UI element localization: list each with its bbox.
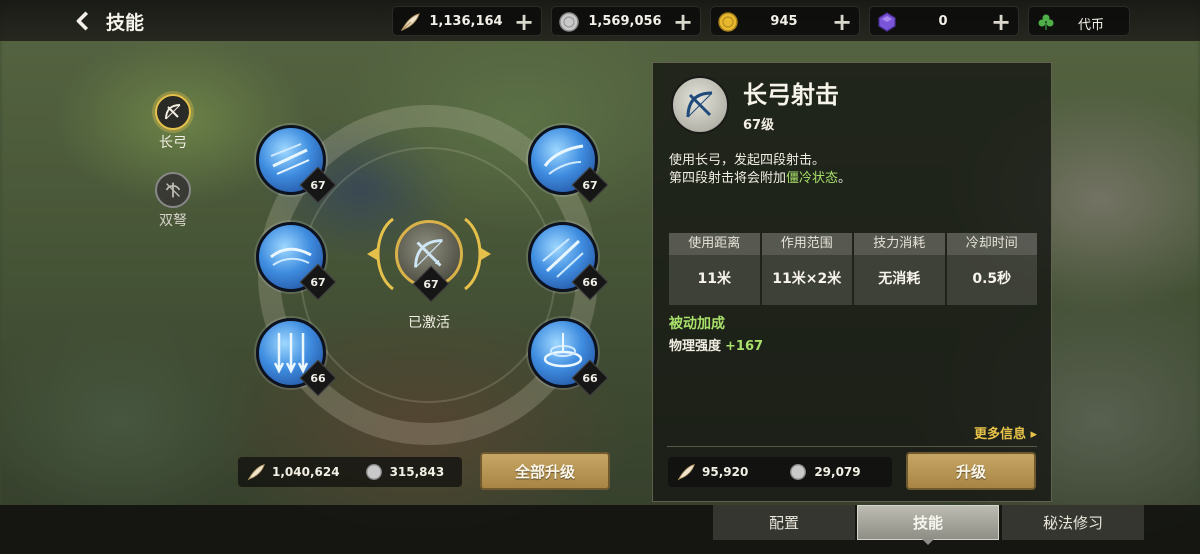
add-silver-button[interactable]: +	[672, 10, 694, 34]
total-cost-bar: 1,040,624 315,843	[238, 457, 462, 487]
currency-token[interactable]: 代币	[1028, 6, 1130, 36]
currency-value: 1,569,056	[588, 14, 662, 29]
skill-tornado[interactable]: 66	[528, 318, 609, 397]
weapon-crossbow-tab[interactable]: 双弩	[143, 172, 203, 230]
silver-coin-icon	[365, 464, 382, 480]
upgrade-all-button[interactable]: 全部升级	[480, 452, 610, 490]
panel-divider	[667, 446, 1037, 447]
currency-value: 945	[770, 14, 798, 29]
skill-swirl-shot[interactable]: 67	[528, 125, 609, 204]
page-title: 技能	[106, 12, 145, 34]
stat-value: 无消耗	[854, 255, 945, 305]
feather-icon	[400, 13, 420, 32]
currency-value: 代币	[1077, 18, 1104, 33]
currency-silver: 1,569,056 +	[551, 6, 701, 36]
clover-icon	[1038, 14, 1054, 30]
passive-bonus-title: 被动加成	[669, 316, 725, 332]
upgrade-button[interactable]: 升级	[906, 452, 1036, 490]
status-effect-link[interactable]: 僵冷状态	[786, 171, 838, 186]
stat-cost: 技力消耗 无消耗	[854, 233, 945, 305]
cost-silver: 315,843	[364, 462, 444, 482]
skill-arrow-burst[interactable]: 67	[256, 125, 337, 204]
skill-name: 长弓射击	[743, 81, 839, 109]
passive-bonus-line: 物理强度 +167	[669, 339, 764, 354]
currency-gold: 945 +	[710, 6, 860, 36]
tab-skills[interactable]: 技能	[857, 505, 999, 545]
feather-icon	[677, 464, 695, 481]
silver-coin-icon	[559, 12, 579, 32]
silver-coin-icon	[790, 464, 807, 480]
gold-coin-icon	[718, 12, 738, 32]
purple-gem-icon	[878, 12, 896, 32]
weapon-longbow-tab[interactable]: 长弓	[143, 94, 203, 152]
stat-header: 技力消耗	[854, 233, 945, 255]
add-gold-button[interactable]: +	[831, 10, 853, 34]
passive-bonus-value: +167	[725, 339, 764, 354]
description-line: 第四段射击将会附加僵冷状态。	[669, 171, 852, 186]
weapon-label: 双弩	[159, 213, 187, 229]
longbow-icon	[155, 94, 191, 130]
chevron-left-icon	[76, 11, 89, 31]
upgrade-cost-bar: 95,920 29,079	[668, 457, 892, 487]
tab-arcane-training[interactable]: 秘法修习	[1002, 505, 1144, 540]
skill-wind-arrow[interactable]: 67	[256, 222, 337, 301]
skill-detail-icon	[671, 76, 729, 134]
skill-multi-shot[interactable]: 66	[528, 222, 609, 301]
crossbow-icon	[155, 172, 191, 208]
longbow-shot-icon	[686, 91, 713, 118]
description-line: 使用长弓，发起四段射击。	[669, 153, 826, 168]
stat-header: 使用距离	[669, 233, 760, 255]
active-status-label: 已激活	[408, 315, 450, 331]
top-bar: 技能 1,136,164 + 1,569,056 + 945 + 0 + 代币	[0, 0, 1200, 41]
skill-detail-panel: 长弓射击 67级 使用长弓，发起四段射击。 第四段射击将会附加僵冷状态。 使用距…	[652, 62, 1052, 502]
cost-feather: 95,920	[676, 462, 748, 482]
stat-range: 使用距离 11米	[669, 233, 760, 305]
back-button[interactable]	[70, 8, 98, 34]
stat-header: 冷却时间	[946, 233, 1037, 255]
skill-description: 使用长弓，发起四段射击。 第四段射击将会附加僵冷状态。	[669, 152, 851, 188]
add-feather-button[interactable]: +	[513, 10, 535, 34]
active-skill-longbow-shot[interactable]: 67	[395, 220, 463, 303]
cost-silver: 29,079	[788, 462, 861, 482]
weapon-label: 长弓	[159, 135, 187, 151]
tab-config[interactable]: 配置	[713, 505, 855, 540]
stat-value: 0.5秒	[946, 255, 1037, 305]
skill-arrow-rain[interactable]: 66	[256, 318, 337, 397]
add-gem-button[interactable]: +	[990, 10, 1012, 34]
stat-area: 作用范围 11米×2米	[761, 233, 852, 305]
currency-value: 1,136,164	[429, 14, 503, 29]
currency-gem: 0 +	[869, 6, 1019, 36]
skill-level: 67级	[743, 118, 775, 133]
feather-icon	[247, 464, 265, 481]
more-info-link[interactable]: 更多信息 ▸	[974, 423, 1037, 442]
skill-stats-table: 使用距离 11米 作用范围 11米×2米 技力消耗 无消耗 冷却时间 0.5秒	[669, 233, 1037, 305]
cost-feather: 1,040,624	[246, 462, 340, 482]
stat-value: 11米	[669, 255, 760, 305]
stat-header: 作用范围	[761, 233, 852, 255]
currency-value: 0	[938, 14, 948, 29]
currency-feather: 1,136,164 +	[392, 6, 542, 36]
stat-cooldown: 冷却时间 0.5秒	[946, 233, 1037, 305]
stat-value: 11米×2米	[761, 255, 852, 305]
